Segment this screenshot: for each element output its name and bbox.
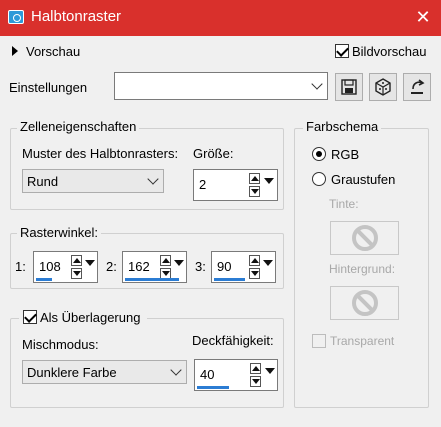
background-swatch <box>330 286 399 320</box>
rgb-label[interactable]: RGB <box>331 147 359 162</box>
no-color-icon <box>352 225 378 251</box>
chevron-down-icon <box>147 173 159 185</box>
angle-2-label: 2: <box>106 259 117 274</box>
size-value: 2 <box>199 177 207 192</box>
close-button[interactable]: ✕ <box>412 6 434 28</box>
overlay-checkbox[interactable] <box>23 310 37 324</box>
reset-icon <box>411 79 425 94</box>
image-preview-checkbox[interactable] <box>335 44 349 58</box>
no-color-icon <box>352 290 378 316</box>
dropdown-arrow-icon[interactable] <box>84 255 95 279</box>
save-preset-button[interactable] <box>335 73 363 101</box>
angle-2-stepper[interactable]: 162 <box>122 251 187 283</box>
blend-mode-value: Dunklere Farbe <box>27 365 117 380</box>
angle-3-stepper[interactable]: 90 <box>211 251 276 283</box>
spin-up-icon[interactable] <box>249 255 260 266</box>
settings-combo[interactable] <box>114 72 328 100</box>
title-bar: Halbtonraster ✕ <box>0 0 441 36</box>
background-label: Hintergrund: <box>329 262 396 276</box>
opacity-label: Deckfähigkeit: <box>192 333 274 348</box>
cell-properties-title: Zelleneigenschaften <box>17 119 140 134</box>
angle-3-value: 90 <box>217 259 232 274</box>
size-label: Größe: <box>193 146 234 161</box>
pattern-label: Muster des Halbtonrasters: <box>22 146 179 161</box>
floppy-icon <box>341 79 357 95</box>
dropdown-arrow-icon[interactable] <box>173 255 184 279</box>
pattern-select[interactable]: Rund <box>22 169 164 193</box>
opacity-level-bar <box>197 386 229 389</box>
overlay-label[interactable]: Als Überlagerung <box>40 310 140 325</box>
angle-1-stepper[interactable]: 108 <box>33 251 98 283</box>
angle-1-level-bar <box>36 278 52 281</box>
spin-up-icon[interactable] <box>249 173 260 184</box>
chevron-down-icon <box>170 364 182 376</box>
reset-button[interactable] <box>403 73 431 101</box>
dropdown-arrow-icon[interactable] <box>262 255 273 279</box>
preview-toggle[interactable]: Vorschau <box>26 44 80 59</box>
angle-1-label: 1: <box>15 259 26 274</box>
image-preview-label[interactable]: Bildvorschau <box>352 44 426 59</box>
angle-1-value: 108 <box>39 259 61 274</box>
spin-down-icon[interactable] <box>250 376 261 387</box>
spin-down-icon[interactable] <box>71 268 82 279</box>
tint-swatch <box>330 221 399 255</box>
angle-3-level-bar <box>214 278 245 281</box>
spin-up-icon[interactable] <box>71 255 82 266</box>
grayscale-radio[interactable] <box>312 172 326 186</box>
opacity-stepper[interactable]: 40 <box>194 359 278 391</box>
dropdown-arrow-icon[interactable] <box>263 173 274 197</box>
chevron-down-icon <box>311 78 323 90</box>
tint-label: Tinte: <box>329 197 359 211</box>
rgb-radio[interactable] <box>312 147 326 161</box>
transparent-checkbox[interactable] <box>312 334 326 348</box>
random-preset-button[interactable] <box>369 73 397 101</box>
color-scheme-title: Farbschema <box>303 119 382 134</box>
angle-3-label: 3: <box>195 259 206 274</box>
app-icon <box>8 10 24 24</box>
spin-down-icon[interactable] <box>249 186 260 197</box>
blend-mode-select[interactable]: Dunklere Farbe <box>22 360 187 384</box>
angle-2-level-bar <box>125 278 179 281</box>
grayscale-label[interactable]: Graustufen <box>331 172 395 187</box>
window-title: Halbtonraster <box>31 8 122 25</box>
transparent-label: Transparent <box>330 334 395 348</box>
opacity-value: 40 <box>200 367 215 382</box>
blend-mode-label: Mischmodus: <box>22 337 99 352</box>
dropdown-arrow-icon[interactable] <box>264 363 275 387</box>
settings-label: Einstellungen <box>9 80 88 95</box>
screen-angles-title: Rasterwinkel: <box>17 225 102 240</box>
dice-icon <box>375 78 391 96</box>
spin-up-icon[interactable] <box>160 255 171 266</box>
expand-arrow-icon[interactable] <box>12 46 18 56</box>
angle-2-value: 162 <box>128 259 150 274</box>
spin-up-icon[interactable] <box>250 363 261 374</box>
size-stepper[interactable]: 2 <box>193 169 278 201</box>
spin-down-icon[interactable] <box>249 268 260 279</box>
pattern-value: Rund <box>27 174 59 189</box>
